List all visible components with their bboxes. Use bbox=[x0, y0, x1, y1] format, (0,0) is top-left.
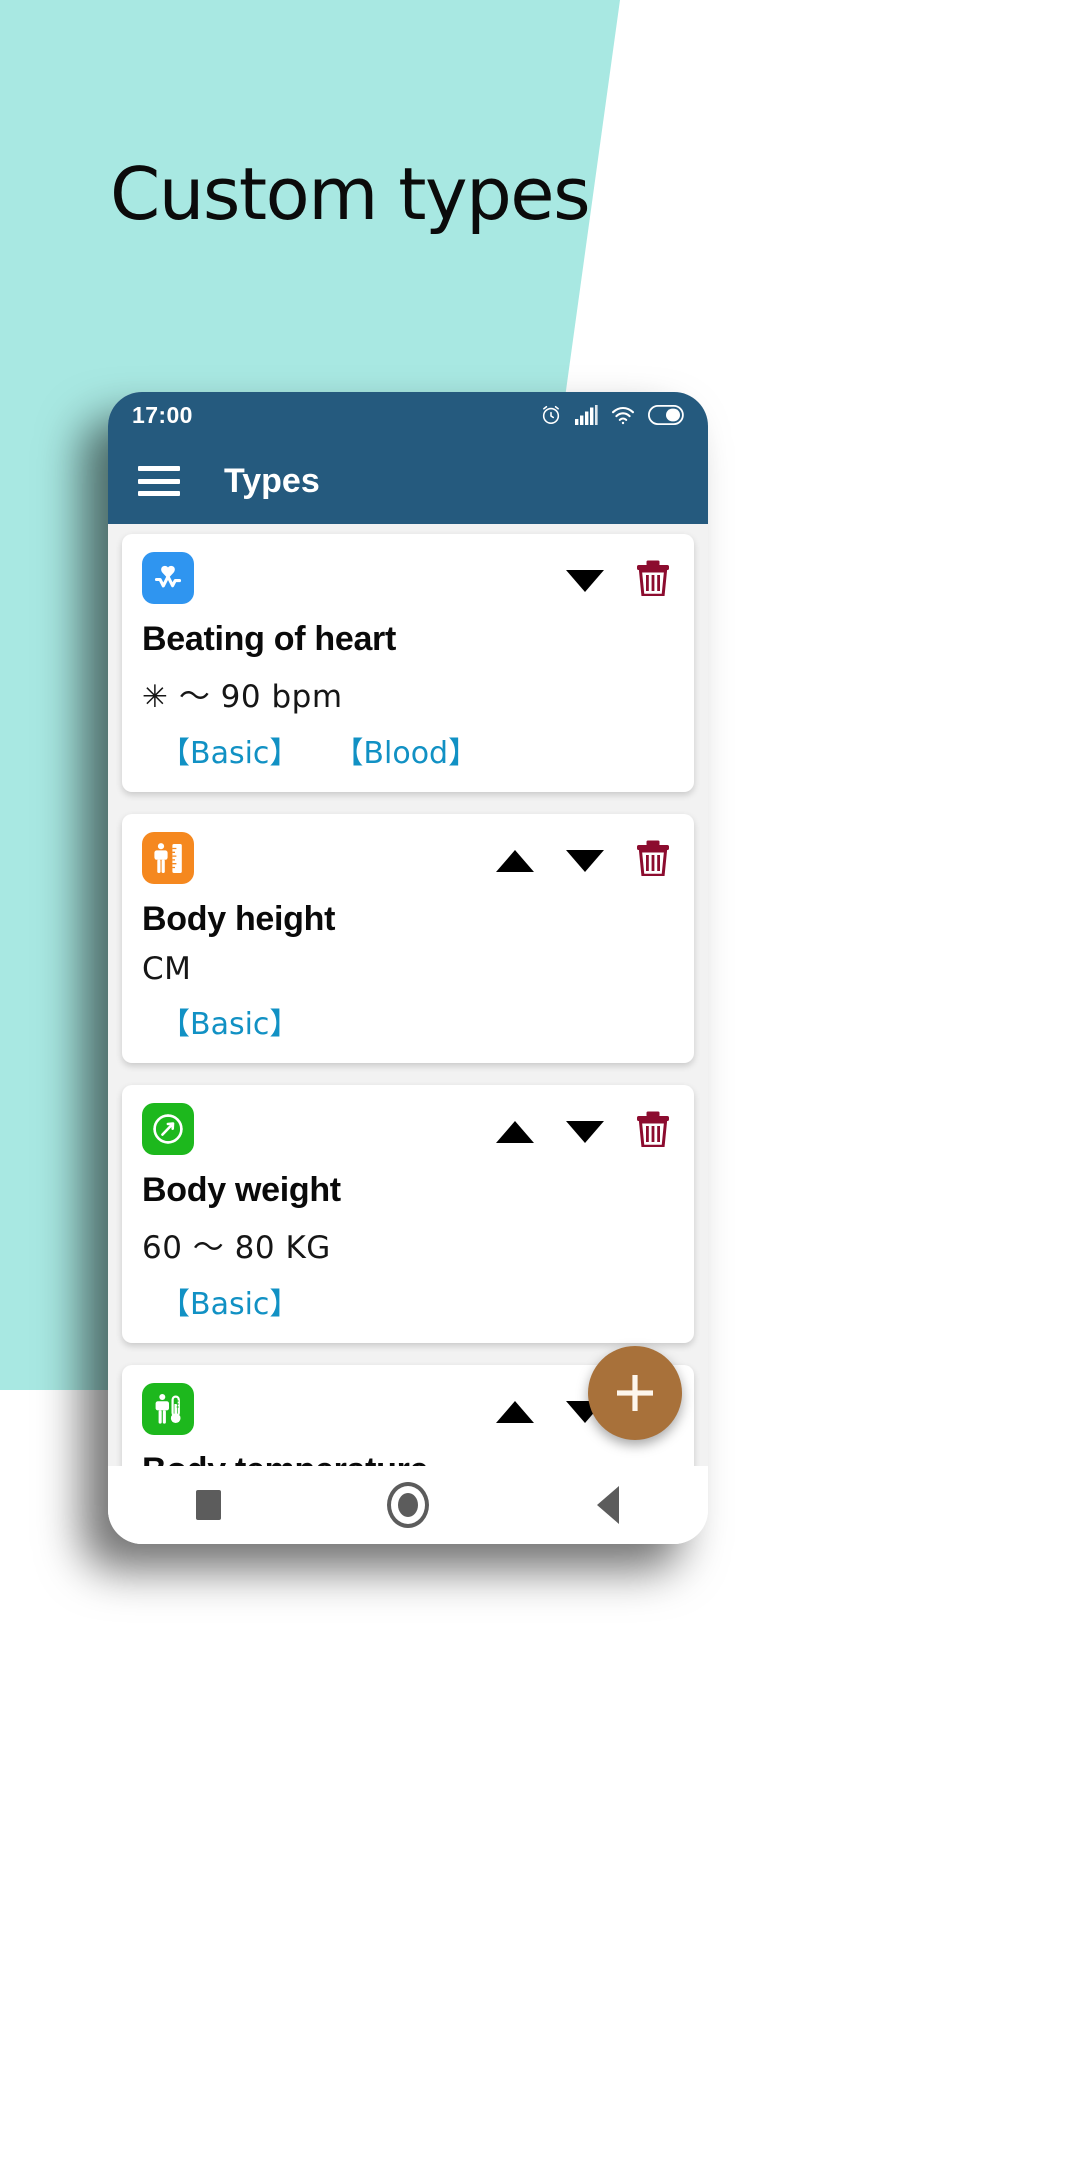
circle-icon bbox=[387, 1482, 429, 1528]
square-icon bbox=[195, 1490, 221, 1520]
plus-icon bbox=[617, 1375, 653, 1411]
type-card[interactable]: Body weight 60 ～ 80 KG 【Basic】 bbox=[122, 1085, 694, 1343]
card-header-row bbox=[142, 832, 674, 884]
phone-mockup: 17:00 Types Beating of heart ✳ ～ 90 bpm … bbox=[108, 392, 708, 1544]
status-bar: 17:00 bbox=[108, 392, 708, 438]
menu-bar-1 bbox=[138, 466, 180, 471]
card-tag-group: 【Basic】 bbox=[142, 1279, 674, 1323]
card-title: Body temperature bbox=[142, 1451, 674, 1466]
move-down-button[interactable] bbox=[566, 849, 604, 872]
card-title: Body height bbox=[142, 900, 336, 938]
move-down-button[interactable] bbox=[566, 569, 604, 592]
signal-icon bbox=[575, 405, 598, 425]
thermometer-icon bbox=[142, 1383, 194, 1435]
status-time: 17:00 bbox=[132, 401, 193, 428]
move-up-button[interactable] bbox=[496, 849, 534, 872]
card-action-group bbox=[566, 552, 674, 601]
card-tag: 【Blood】 bbox=[333, 736, 479, 771]
trash-icon[interactable] bbox=[636, 560, 670, 601]
card-header-row bbox=[142, 552, 674, 604]
home-button[interactable] bbox=[368, 1475, 448, 1535]
move-up-button[interactable] bbox=[496, 1400, 534, 1423]
card-tag: 【Basic】 bbox=[160, 1007, 300, 1042]
card-tag-group: 【Basic】 bbox=[142, 999, 674, 1043]
types-list[interactable]: Beating of heart ✳ ～ 90 bpm 【Basic】 【Blo… bbox=[108, 524, 708, 1466]
card-action-group bbox=[496, 1103, 674, 1152]
move-down-button[interactable] bbox=[566, 1120, 604, 1143]
app-bar: Types bbox=[108, 438, 708, 524]
card-tag-group: 【Basic】 【Blood】 bbox=[142, 728, 674, 772]
page-title: Custom types bbox=[110, 152, 591, 236]
card-tag: 【Basic】 bbox=[160, 1287, 300, 1322]
trash-icon[interactable] bbox=[636, 1111, 670, 1152]
card-range: ✳ ～ 90 bpm bbox=[142, 679, 343, 715]
height-ruler-icon bbox=[142, 832, 194, 884]
card-action-group bbox=[496, 832, 674, 881]
card-tag: 【Basic】 bbox=[160, 736, 300, 771]
wifi-icon bbox=[611, 406, 635, 425]
weight-scale-icon bbox=[142, 1103, 194, 1155]
move-up-button[interactable] bbox=[496, 1120, 534, 1143]
card-range: CM bbox=[142, 951, 192, 987]
menu-bar-3 bbox=[138, 491, 180, 496]
card-title: Beating of heart bbox=[142, 620, 397, 658]
trash-icon[interactable] bbox=[636, 840, 670, 881]
type-card[interactable]: Body height CM 【Basic】 bbox=[122, 814, 694, 1063]
battery-icon bbox=[648, 405, 686, 425]
heartbeat-icon bbox=[142, 552, 194, 604]
alarm-icon bbox=[540, 404, 562, 426]
card-range: 60 ～ 80 KG bbox=[142, 1230, 331, 1266]
add-type-fab[interactable] bbox=[588, 1346, 682, 1440]
status-icon-group bbox=[540, 404, 686, 426]
app-bar-title: Types bbox=[224, 461, 320, 500]
recents-button[interactable] bbox=[168, 1475, 248, 1535]
card-header-row bbox=[142, 1103, 674, 1155]
card-title: Body weight bbox=[142, 1171, 341, 1209]
menu-bar-2 bbox=[138, 478, 180, 484]
type-card[interactable]: Beating of heart ✳ ～ 90 bpm 【Basic】 【Blo… bbox=[122, 534, 694, 792]
hamburger-menu-icon[interactable] bbox=[138, 466, 180, 496]
android-nav-bar bbox=[108, 1466, 708, 1544]
triangle-left-icon bbox=[597, 1486, 619, 1524]
back-button[interactable] bbox=[568, 1475, 648, 1535]
